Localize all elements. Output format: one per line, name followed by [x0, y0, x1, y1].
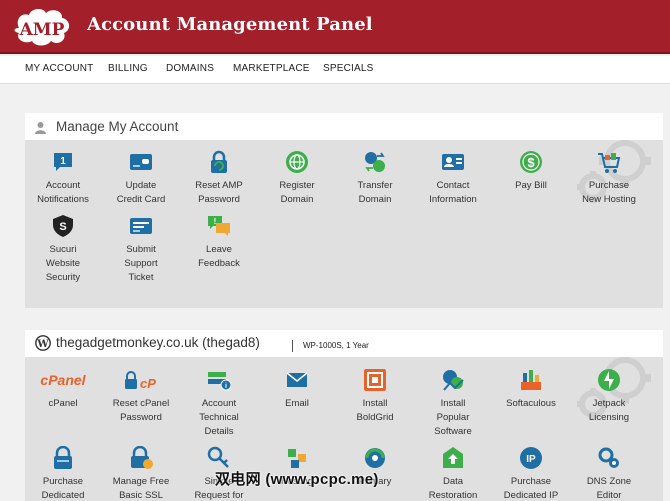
- svg-text:i: i: [225, 383, 227, 390]
- domain-title[interactable]: thegadgetmonkey.co.uk (thegad8): [56, 335, 260, 350]
- page: AMP Account Management Panel MY ACCOUNT …: [0, 0, 670, 501]
- cpanel-logo-icon: cPanel: [40, 372, 86, 388]
- shopping-cart-icon: [598, 153, 621, 173]
- tile-label: Reset AMP Password: [195, 180, 243, 205]
- tile-label: Update Credit Card: [116, 180, 166, 205]
- tile-label: Contact Information: [429, 180, 477, 205]
- contact-card-icon: [442, 154, 464, 170]
- hosting-icon: [288, 449, 306, 468]
- ticket-icon: [130, 218, 152, 234]
- logo-text: AMP: [19, 20, 65, 40]
- tile-label: Account Technical Details: [199, 398, 239, 437]
- feedback-icon: !: [208, 216, 230, 236]
- amp-logo[interactable]: AMP: [11, 6, 73, 48]
- ip-icon: IP: [520, 447, 542, 469]
- svg-text:1: 1: [60, 156, 66, 167]
- tile-label: Email: [285, 398, 309, 409]
- main-nav: MY ACCOUNT BILLING DOMAINS MARKETPLACE S…: [0, 56, 670, 84]
- tile-label: Data Restoration: [428, 476, 478, 501]
- tile-label: Reset cPanel Password: [112, 398, 170, 423]
- server-info-icon: i: [208, 372, 231, 391]
- data-restore-icon: [443, 447, 463, 468]
- tile-label: Pay Bill: [515, 180, 547, 191]
- panel-title: Manage My Account: [56, 119, 179, 134]
- tile-label: Manage Free Basic SSL: [112, 476, 170, 501]
- tile-label: Install BoldGrid: [356, 398, 394, 423]
- panel-header: Manage My Account: [25, 113, 663, 140]
- svg-text:IP: IP: [526, 454, 536, 465]
- svg-text:S: S: [59, 221, 66, 233]
- tile-label: Sucuri Website Security: [45, 244, 81, 283]
- tile-label: Register Domain: [279, 180, 315, 205]
- tile-label: Install Popular Software: [434, 398, 472, 437]
- nav-domains[interactable]: DOMAINS: [166, 63, 214, 74]
- key-icon: [207, 446, 229, 468]
- panel-header: W thegadgetmonkey.co.uk (thegad8) WP-100…: [25, 330, 663, 357]
- plan-label: WP-1000S, 1 Year: [292, 340, 369, 352]
- manage-account-panel: Manage My Account 1 Account Notification…: [25, 113, 663, 308]
- svg-text:cPanel: cPanel: [40, 372, 86, 388]
- tile-label: Purchase Dedicated: [41, 476, 85, 501]
- lock-reset-icon: [211, 150, 227, 173]
- nav-billing[interactable]: BILLING: [108, 63, 148, 74]
- shield-icon: S: [53, 215, 73, 237]
- boldgrid-icon: [364, 369, 386, 391]
- header-bar: AMP Account Management Panel: [0, 0, 670, 54]
- envelope-icon: [286, 372, 308, 387]
- globe-icon: [286, 151, 308, 173]
- nav-marketplace[interactable]: MARKETPLACE: [233, 63, 310, 74]
- user-icon: [35, 122, 46, 134]
- softaculous-icon: [521, 370, 541, 390]
- tile-label: Submit Support Ticket: [124, 244, 158, 283]
- tile-label: Jetpack Licensing: [588, 398, 630, 423]
- ssl-icon: [131, 446, 153, 469]
- tile-label: Purchase New Hosting: [582, 180, 636, 205]
- svg-text:$: $: [527, 155, 535, 170]
- credit-card-icon: [130, 154, 152, 170]
- lock-purchase-icon: [54, 446, 72, 469]
- tile-label: Softaculous: [506, 398, 556, 409]
- tile-label: Account Notifications: [37, 180, 89, 205]
- svg-text:!: !: [214, 217, 217, 226]
- transfer-icon: [365, 152, 385, 172]
- svg-text:cP: cP: [140, 376, 156, 391]
- svg-text:W: W: [36, 339, 49, 350]
- tile-label: DNS Zone Editor: [586, 476, 632, 501]
- software-icon: [443, 370, 464, 391]
- tile-label: Leave Feedback: [198, 244, 240, 269]
- tile-label: cPanel: [48, 398, 78, 409]
- watermark-text: 双电网 (www.pcpc.me): [215, 471, 379, 488]
- jetpack-icon: [598, 369, 620, 391]
- lock-cpanel-icon: cP: [125, 371, 156, 391]
- wordpress-icon: W: [35, 335, 51, 351]
- tile-label: Purchase Dedicated IP: [503, 476, 559, 501]
- dollar-icon: $: [520, 151, 542, 173]
- notification-icon: 1: [54, 153, 72, 171]
- primary-domain-icon: [365, 448, 385, 468]
- nav-specials[interactable]: SPECIALS: [323, 63, 374, 74]
- nav-my-account[interactable]: MY ACCOUNT: [25, 63, 94, 74]
- app-title: Account Management Panel: [87, 14, 373, 35]
- dns-gear-icon: [598, 447, 619, 468]
- tile-label: Transfer Domain: [357, 180, 393, 205]
